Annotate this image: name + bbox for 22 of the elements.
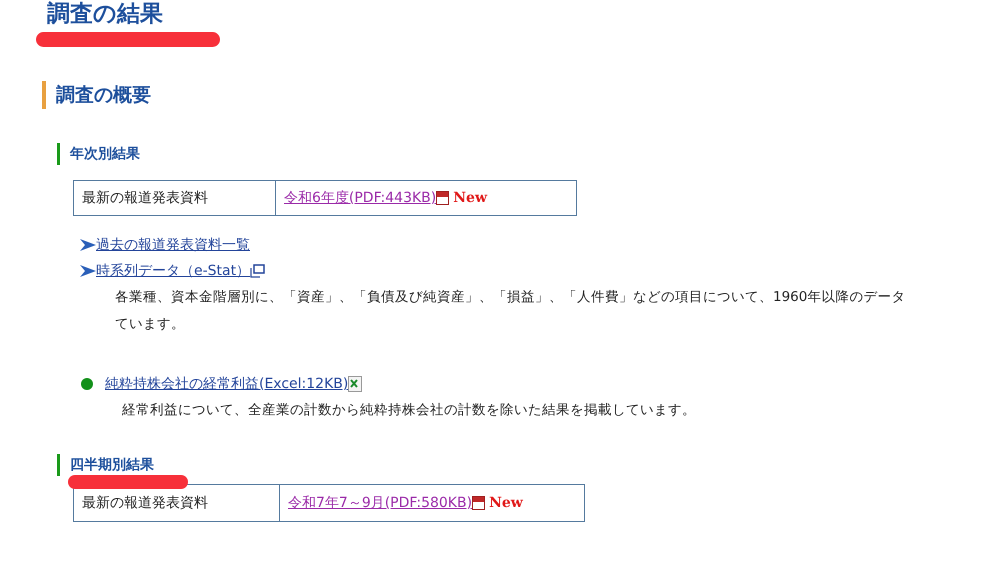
description-text: 経常利益について、全産業の計数から純粋持株会社の計数を除いた結果を掲載しています。 bbox=[122, 401, 697, 420]
table-cell-text: 最新の報道発表資料 bbox=[81, 494, 209, 513]
new-label: New bbox=[489, 495, 523, 511]
arrow-icon bbox=[80, 265, 96, 277]
new-label: New bbox=[453, 190, 488, 206]
arrow-icon bbox=[80, 239, 96, 251]
excel-link[interactable]: 純粋持株会社の経常利益(Excel:12KB) bbox=[105, 375, 348, 393]
new-window-icon bbox=[250, 264, 266, 278]
description-text: 各業種、資本金階層別に、「資産」、「負債及び純資産」、「損益」、「人件費」などの項目について、1960年以降のデータ bbox=[115, 288, 906, 307]
excel-icon bbox=[348, 376, 362, 392]
pdf-icon bbox=[472, 496, 486, 510]
pdf-link[interactable]: 令和6年度(PDF:443KB) bbox=[284, 189, 436, 207]
pdf-link[interactable]: 令和7年7～9月(PDF:580KB) bbox=[288, 494, 472, 512]
table-cell-text: 最新の報道発表資料 bbox=[81, 189, 209, 208]
text-link[interactable]: 過去の報道発表資料一覧 bbox=[96, 236, 250, 254]
pdf-icon bbox=[436, 191, 450, 205]
description-text: ています。 bbox=[115, 315, 186, 334]
section-heading: 調査の概要 bbox=[42, 81, 151, 109]
page-title: 調査の結果 bbox=[47, 0, 163, 28]
text-link[interactable]: 時系列データ（e-Stat） bbox=[96, 262, 250, 280]
subsection-heading: 年次別結果 bbox=[57, 143, 140, 165]
bullet-icon bbox=[81, 378, 93, 390]
